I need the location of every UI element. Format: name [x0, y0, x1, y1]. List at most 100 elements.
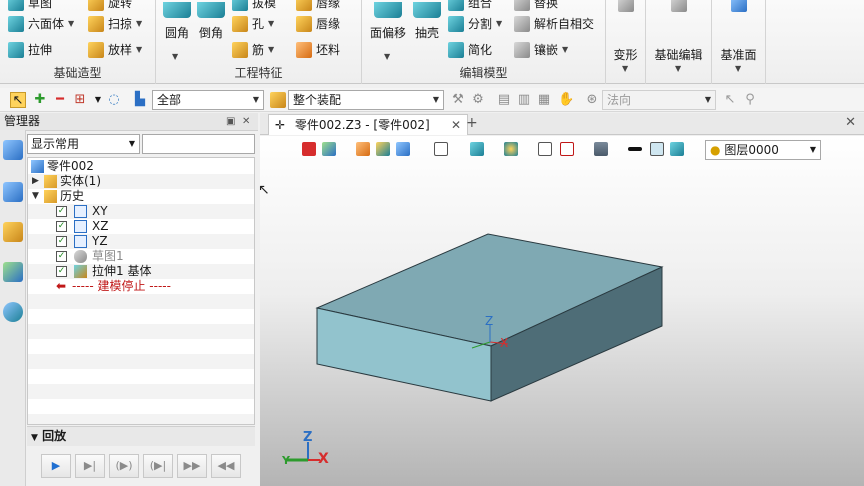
rotate-button[interactable]: 旋转 [88, 0, 132, 11]
tree-row-sketch[interactable]: ✓ 草图1 [28, 249, 254, 264]
combine-button[interactable]: 组合 [448, 0, 492, 11]
direction-combo[interactable]: 法向 ▼ [602, 90, 716, 110]
chevron-right-icon[interactable]: ▶ [32, 174, 39, 189]
simplify-button[interactable]: 简化 [448, 41, 492, 58]
replay-step-button[interactable]: (▶) [109, 454, 139, 478]
chevron-down-icon[interactable]: ▼ [268, 19, 274, 28]
close-tab-icon[interactable]: ✕ [451, 115, 461, 135]
chevron-down-icon[interactable]: ▼ [496, 19, 502, 28]
chevron-down-icon[interactable]: ▼ [136, 45, 142, 54]
play-button[interactable]: ▶ [41, 454, 71, 478]
chevron-down-icon[interactable]: ▼ [384, 52, 390, 61]
visibility-checkbox[interactable]: ✓ [56, 251, 67, 262]
visibility-checkbox[interactable]: ✓ [56, 221, 67, 232]
history-tree-icon[interactable] [3, 140, 23, 160]
loft-button[interactable]: 放样 ▼ [88, 41, 142, 58]
tool-icon[interactable]: ⚒ [450, 92, 466, 108]
fillet-button[interactable]: 圆角 [160, 2, 194, 41]
manager-filter-combo[interactable]: 显示常用 ▼ [27, 134, 140, 154]
group-basic-edit[interactable]: 基础编辑 ▼ [646, 0, 712, 84]
3d-viewport[interactable]: ● 图层0000 ▼ Z X Z X Y [260, 136, 864, 486]
group-deform[interactable]: 变形 ▼ [606, 0, 646, 84]
lasso-icon[interactable]: ◌ [106, 92, 122, 108]
tree-row-yz-plane[interactable]: ✓ YZ [28, 234, 254, 249]
hexahedron-icon [8, 15, 24, 32]
manager-search-input[interactable] [142, 134, 255, 154]
visibility-checkbox[interactable]: ✓ [56, 236, 67, 247]
tree-row-xz-plane[interactable]: ✓ XZ [28, 219, 254, 234]
fast-forward-button[interactable]: ▶▶ [177, 454, 207, 478]
close-icon[interactable]: ✕ [845, 115, 856, 130]
blank-button[interactable]: 坯料 [296, 41, 340, 58]
3d-model-svg[interactable] [260, 136, 864, 486]
replay-panel-title[interactable]: ▼ 回放 [27, 426, 255, 446]
hand-icon[interactable]: ✋ [558, 92, 574, 108]
pin-icon[interactable]: ▣ [226, 113, 235, 130]
add-icon[interactable]: ✚ [32, 92, 48, 108]
extrude-button[interactable]: 拉伸 [8, 41, 52, 58]
hexahedron-button[interactable]: 六面体 ▼ [8, 15, 74, 32]
chevron-down-icon[interactable]: ▼ [172, 52, 178, 61]
tool-icon[interactable]: ▦ [536, 92, 552, 108]
pick-icon[interactable]: ↖ [10, 92, 26, 108]
split-button[interactable]: 分割 ▼ [448, 15, 502, 32]
tab-part002[interactable]: ✛ 零件002.Z3 - [零件002] ✕ [268, 114, 468, 135]
chamfer-button[interactable]: 倒角 [194, 2, 228, 41]
direction-icon[interactable]: ⊛ [584, 92, 600, 108]
tool-icon[interactable]: ▤ [496, 92, 512, 108]
sketch-button[interactable]: 草图 [8, 0, 52, 11]
chevron-down-icon[interactable]: ▼ [735, 64, 741, 73]
step-forward-button[interactable]: ▶| [75, 454, 105, 478]
sweep-button[interactable]: 扫掠 ▼ [88, 15, 142, 32]
assembly-combo[interactable]: 整个装配 ▼ [288, 90, 444, 110]
lip-button[interactable]: 唇缘 [296, 0, 340, 11]
visibility-checkbox[interactable]: ✓ [56, 206, 67, 217]
sketch-icon [74, 250, 87, 263]
box-select-icon[interactable]: ⊞ [72, 92, 88, 108]
visibility-checkbox[interactable]: ✓ [56, 266, 67, 277]
chevron-down-icon[interactable]: ▼ [622, 64, 628, 73]
hole-button[interactable]: 孔 ▼ [232, 15, 274, 32]
chevron-down-icon[interactable]: ▼ [675, 64, 681, 73]
tree-row-history[interactable]: ▼ 历史 [28, 189, 254, 204]
image-icon[interactable] [3, 262, 23, 282]
pin-tab-icon[interactable]: ✛ [275, 118, 285, 132]
replace-button[interactable]: 替换 [514, 0, 558, 11]
tool-icon[interactable]: ⚙ [470, 92, 486, 108]
lip2-button[interactable]: 唇缘 [296, 15, 340, 32]
tool-icon[interactable]: ▥ [516, 92, 532, 108]
chevron-down-icon[interactable]: ▼ [68, 19, 74, 28]
replay-controls: ▶ ▶| (▶) (▶| ▶▶ ◀◀ [27, 448, 255, 486]
part-icon[interactable] [3, 222, 23, 242]
group-datum-plane[interactable]: 基准面 ▼ [712, 0, 766, 84]
tree-row-part[interactable]: 零件002 [28, 159, 254, 174]
tree-row-xy-plane[interactable]: ✓ XY [28, 204, 254, 219]
chevron-down-icon[interactable]: ▼ [268, 45, 274, 54]
emboss-button[interactable]: 镶嵌 ▼ [514, 41, 568, 58]
tree-row-stop-marker[interactable]: ⬅ ----- 建模停止 ----- [28, 279, 254, 294]
filter-combo[interactable]: 全部 ▼ [152, 90, 264, 110]
self-intersect-button[interactable]: 解析自相交 [514, 15, 594, 32]
filter-icon[interactable]: ▙ [132, 92, 148, 108]
shell-button[interactable]: 抽壳 [410, 2, 444, 41]
chevron-down-icon[interactable]: ▼ [90, 92, 106, 108]
tree-row-extrude[interactable]: ✓ 拉伸1 基体 [28, 264, 254, 279]
face-offset-button[interactable]: 面偏移 [368, 2, 408, 41]
assembly-icon[interactable] [270, 92, 286, 108]
chevron-down-icon[interactable]: ▼ [136, 19, 142, 28]
chevron-down-icon[interactable]: ▼ [562, 45, 568, 54]
close-icon[interactable]: ✕ [242, 113, 250, 130]
draft-button[interactable]: 拔模 [232, 0, 276, 11]
replay-next-button[interactable]: (▶| [143, 454, 173, 478]
new-tab-icon[interactable]: + [466, 115, 478, 131]
group-label-deform: 变形 [613, 48, 638, 62]
cursor-icon[interactable]: ↖ [722, 92, 738, 108]
chevron-down-icon[interactable]: ▼ [32, 189, 39, 204]
user-icon[interactable] [3, 302, 23, 322]
snap-icon[interactable]: ⚲ [742, 92, 758, 108]
remove-icon[interactable]: ━ [52, 92, 68, 108]
rib-button[interactable]: 筋 ▼ [232, 41, 274, 58]
assembly-tree-icon[interactable] [3, 182, 23, 202]
rewind-button[interactable]: ◀◀ [211, 454, 241, 478]
tree-row-solid[interactable]: ▶ 实体(1) [28, 174, 254, 189]
